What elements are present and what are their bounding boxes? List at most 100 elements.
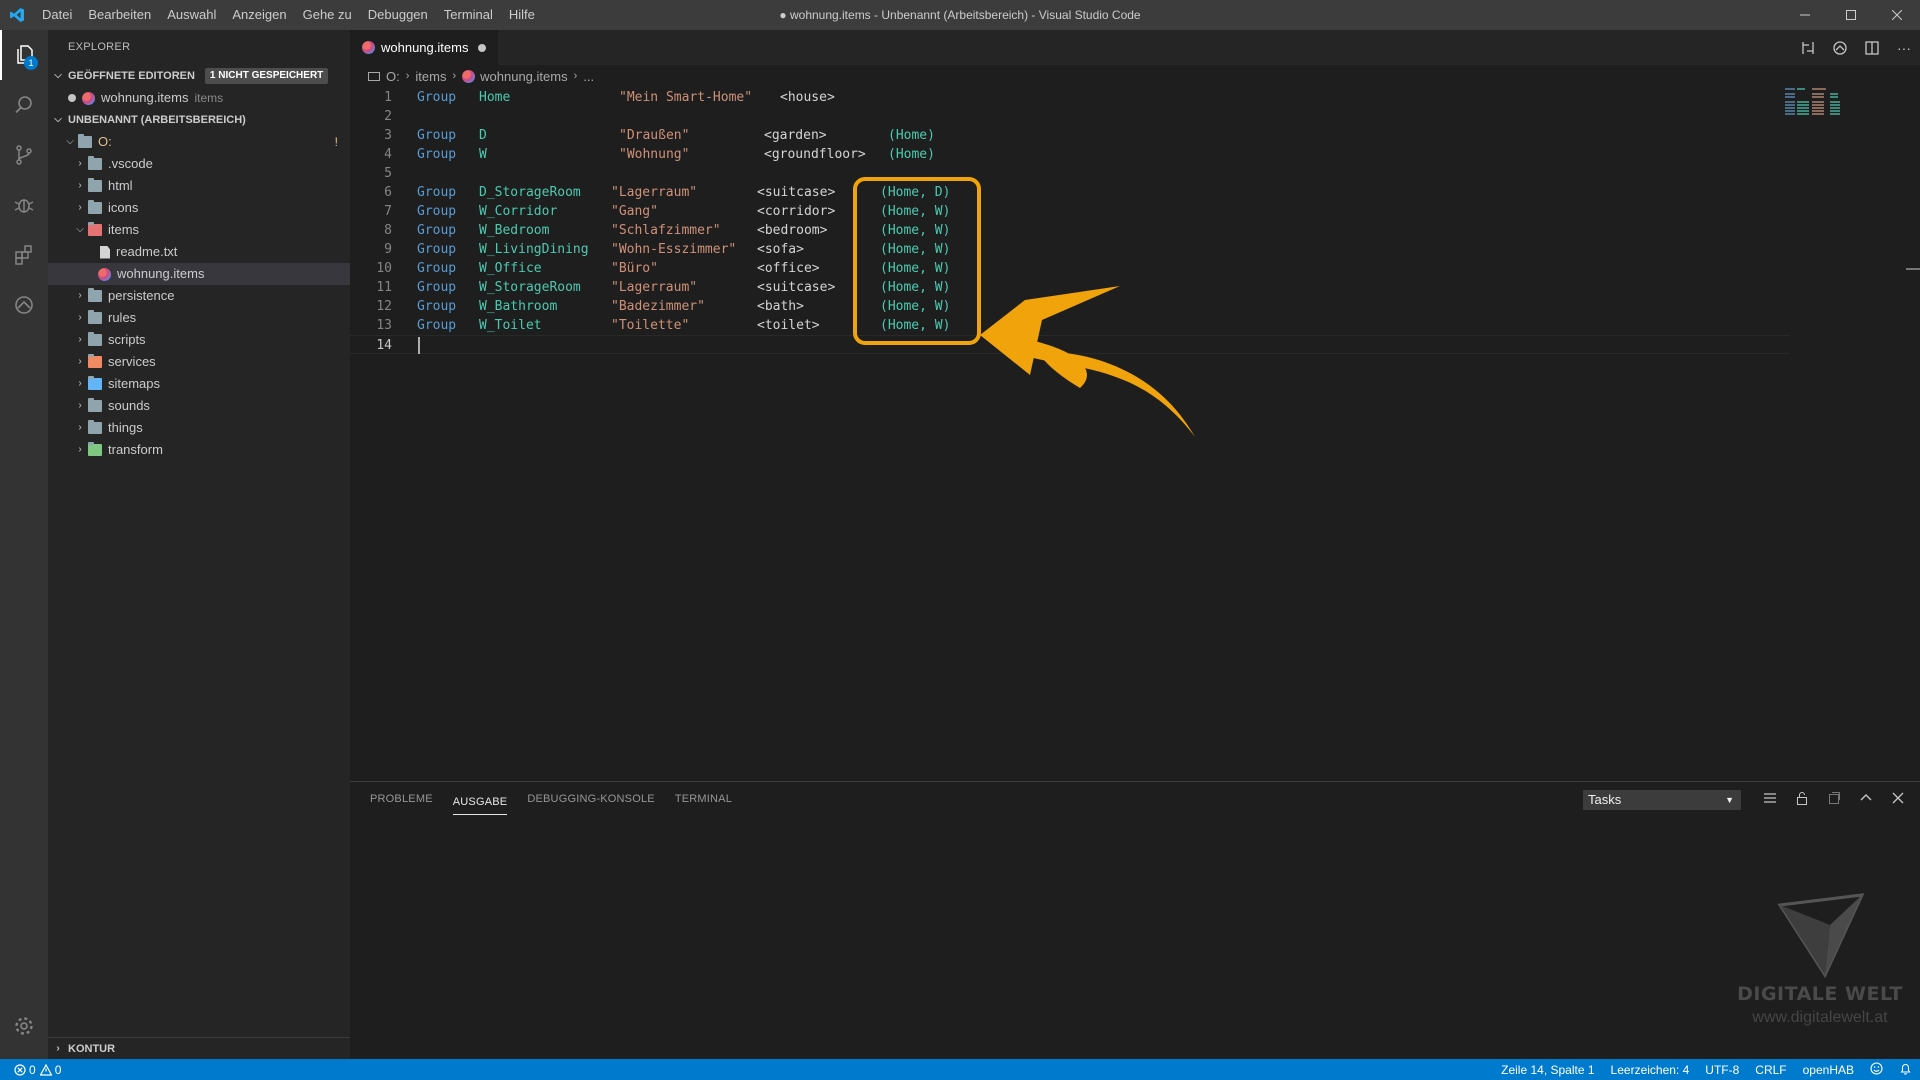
clear-output-button[interactable] <box>1754 791 1786 808</box>
menu-bearbeiten[interactable]: Bearbeiten <box>80 0 159 30</box>
tab-terminal[interactable]: TERMINAL <box>675 782 732 817</box>
folder-icon <box>88 420 102 434</box>
menu-debuggen[interactable]: Debuggen <box>360 0 436 30</box>
settings-activity[interactable] <box>0 1001 48 1051</box>
tree-item-sounds[interactable]: › sounds <box>48 395 350 417</box>
tree-item-html[interactable]: › html <box>48 175 350 197</box>
source-control-activity[interactable] <box>0 130 48 180</box>
tree-item-persistence[interactable]: › persistence <box>48 285 350 307</box>
code-line[interactable]: 9 Group W_LivingDining "Wohn-Esszimmer" … <box>350 240 1790 259</box>
open-editor-item[interactable]: wohnung.items items <box>48 87 350 109</box>
code-line[interactable]: 6 Group D_StorageRoom "Lagerraum" <suitc… <box>350 183 1790 202</box>
explorer-activity[interactable]: 1 <box>0 30 48 80</box>
breadcrumb-folder[interactable]: items <box>415 69 446 84</box>
breadcrumb-symbol[interactable]: ... <box>583 69 594 84</box>
chevron-right-icon: › <box>78 356 82 367</box>
feedback-button[interactable] <box>1870 1061 1883 1078</box>
breadcrumb-file[interactable]: wohnung.items <box>480 69 567 84</box>
code-line[interactable]: 10 Group W_Office "Büro" <office> (Home,… <box>350 259 1790 278</box>
editor-tabs: wohnung.items ··· <box>350 30 1920 65</box>
tree-item-readme[interactable]: readme.txt <box>48 241 350 263</box>
problems-status[interactable]: 0 0 <box>0 1063 61 1077</box>
string-token: "Gang" <box>611 204 658 219</box>
drive-icon <box>368 71 380 81</box>
tree-item-services[interactable]: › services <box>48 351 350 373</box>
keyword-token: Group <box>417 223 457 238</box>
breadcrumb-drive[interactable]: O: <box>386 69 400 84</box>
workspace-header[interactable]: ⌵ UNBENANNT (ARBEITSBEREICH) <box>48 109 350 131</box>
code-line[interactable]: 3 Group D "Draußen" <garden> (Home) <box>350 126 1790 145</box>
extensions-activity[interactable] <box>0 230 48 280</box>
items-file-icon <box>98 267 111 281</box>
more-actions-button[interactable]: ··· <box>1888 30 1920 65</box>
code-line[interactable]: 1 Group Home "Mein Smart-Home" <house> <box>350 88 1790 107</box>
indentation-status[interactable]: Leerzeichen: 4 <box>1611 1063 1690 1077</box>
open-changes-button[interactable] <box>1792 30 1824 65</box>
split-editor-button[interactable] <box>1856 30 1888 65</box>
tree-item-rules[interactable]: › rules <box>48 307 350 329</box>
tree-item-wohnung-items[interactable]: wohnung.items <box>48 263 350 285</box>
outline-header[interactable]: › KONTUR <box>48 1037 350 1059</box>
scroll-lock-button[interactable] <box>1786 791 1818 808</box>
language-mode-status[interactable]: openHAB <box>1803 1063 1854 1077</box>
source-control-icon <box>16 145 32 165</box>
open-log-button[interactable] <box>1818 791 1850 808</box>
maximize-button[interactable] <box>1828 0 1874 30</box>
scrollbar-cursor-marker <box>1906 268 1920 270</box>
output-channel-value: Tasks <box>1588 792 1622 807</box>
output-channel-select[interactable]: Tasks ▼ <box>1583 790 1741 810</box>
menu-hilfe[interactable]: Hilfe <box>501 0 543 30</box>
tab-probleme[interactable]: PROBLEME <box>370 782 433 817</box>
keyword-token: Group <box>417 90 457 105</box>
menu-gehe-zu[interactable]: Gehe zu <box>295 0 360 30</box>
tree-item-sitemaps[interactable]: › sitemaps <box>48 373 350 395</box>
menu-anzeigen[interactable]: Anzeigen <box>224 0 294 30</box>
notifications-button[interactable] <box>1899 1062 1912 1078</box>
watermark: DIGITALE WELT www.digitalewelt.at <box>1730 890 1910 1040</box>
tab-ausgabe[interactable]: AUSGABE <box>452 789 508 815</box>
chevron-right-icon: › <box>78 378 82 389</box>
cursor-position-status[interactable]: Zeile 14, Spalte 1 <box>1501 1063 1594 1077</box>
menu-terminal[interactable]: Terminal <box>436 0 501 30</box>
minimize-button[interactable] <box>1782 0 1828 30</box>
openhab-icon <box>1833 40 1847 55</box>
tree-item-transform[interactable]: › transform <box>48 439 350 461</box>
openhab-activity[interactable] <box>0 280 48 330</box>
close-panel-button[interactable] <box>1882 791 1914 808</box>
tree-root-label: O: <box>98 134 112 149</box>
eol-status[interactable]: CRLF <box>1755 1063 1786 1077</box>
code-line[interactable]: 4 Group W "Wohnung" <groundfloor> (Home) <box>350 145 1790 164</box>
tree-item-things[interactable]: › things <box>48 417 350 439</box>
code-line[interactable]: 8 Group W_Bedroom "Schlafzimmer" <bedroo… <box>350 221 1790 240</box>
tree-item-items[interactable]: ⌵ items <box>48 219 350 241</box>
code-line[interactable]: 2 <box>350 107 1790 126</box>
search-activity[interactable] <box>0 80 48 130</box>
menu-datei[interactable]: Datei <box>34 0 80 30</box>
maximize-panel-button[interactable] <box>1850 791 1882 808</box>
open-editors-header[interactable]: ⌵ GEÖFFNETE EDITOREN 1 NICHT GESPEICHERT <box>48 65 350 87</box>
unsaved-dot-icon[interactable] <box>478 43 487 52</box>
line-number: 14 <box>376 338 392 353</box>
close-icon <box>1892 10 1902 20</box>
tree-item-label: transform <box>108 442 163 457</box>
chevron-up-icon <box>1860 794 1872 801</box>
tree-root-o[interactable]: ⌵ O: ! <box>48 131 350 153</box>
menu-auswahl[interactable]: Auswahl <box>159 0 224 30</box>
tree-item-scripts[interactable]: › scripts <box>48 329 350 351</box>
tab-debugging-konsole[interactable]: DEBUGGING-KONSOLE <box>527 782 654 817</box>
tree-item-icons[interactable]: › icons <box>48 197 350 219</box>
string-token: "Mein Smart-Home" <box>619 90 753 105</box>
debug-activity[interactable] <box>0 180 48 230</box>
tab-wohnung-items[interactable]: wohnung.items <box>350 30 498 65</box>
tree-item-vscode[interactable]: › .vscode <box>48 153 350 175</box>
openhab-preview-button[interactable] <box>1824 30 1856 65</box>
minimap[interactable] <box>1785 87 1865 117</box>
icon-token: <toilet> <box>757 318 820 333</box>
items-file-icon <box>82 91 95 105</box>
line-number: 2 <box>384 109 392 124</box>
code-line[interactable]: 5 <box>350 164 1790 183</box>
code-line[interactable]: 7 Group W_Corridor "Gang" <corridor> (Ho… <box>350 202 1790 221</box>
encoding-status[interactable]: UTF-8 <box>1705 1063 1739 1077</box>
close-window-button[interactable] <box>1874 0 1920 30</box>
vertical-scrollbar[interactable] <box>1906 87 1920 781</box>
